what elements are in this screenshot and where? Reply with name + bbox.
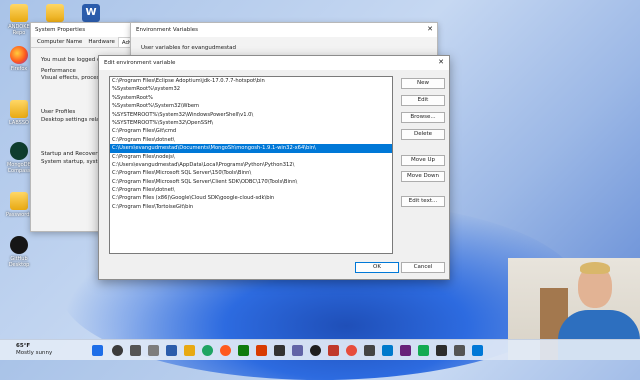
browse-button[interactable]: Browse... — [401, 112, 445, 123]
desktop-icon-word[interactable]: W — [76, 4, 106, 24]
file-explorer-icon[interactable] — [184, 345, 195, 356]
app-icon[interactable] — [238, 345, 249, 356]
search-icon[interactable] — [112, 345, 123, 356]
app-icon-2[interactable] — [310, 345, 321, 356]
vscode-icon[interactable] — [382, 345, 393, 356]
desktop-icon-folder[interactable] — [40, 4, 70, 24]
firefox-taskbar-icon[interactable] — [220, 345, 231, 356]
path-entry-row[interactable]: C:\Program Files\Microsoft SQL Server\15… — [110, 169, 392, 177]
path-entry-row[interactable]: %SystemRoot%\system32 — [110, 85, 392, 93]
path-entry-row[interactable]: C:\Program Files (x86)\Google\Cloud SDK\… — [110, 194, 392, 202]
path-entry-row[interactable]: %SystemRoot%\System32\Wbem — [110, 102, 392, 110]
window-title: Environment Variables — [131, 23, 437, 37]
new-button[interactable]: New — [401, 78, 445, 89]
close-icon[interactable]: ✕ — [427, 25, 433, 33]
path-entry-row[interactable]: C:\Program Files\dotnet\ — [110, 136, 392, 144]
app-icon-4[interactable] — [346, 345, 357, 356]
edit-environment-variable-dialog: Edit environment variable ✕ C:\Program F… — [98, 55, 450, 280]
app-icon-6[interactable] — [436, 345, 447, 356]
user-variables-label: User variables for evangudmestad — [141, 45, 236, 51]
powerpoint-icon[interactable] — [256, 345, 267, 356]
path-entries-list[interactable]: C:\Program Files\Eclipse Adoptium\jdk-17… — [109, 76, 393, 254]
weather-widget[interactable]: 65°F Mostly sunny — [16, 343, 52, 357]
visual-studio-icon[interactable] — [400, 345, 411, 356]
github-icon — [10, 236, 28, 254]
firefox-icon — [10, 46, 28, 64]
folder-icon — [10, 100, 28, 118]
path-entry-row[interactable]: C:\Users\evangudmestad\Documents\MongoSh… — [110, 144, 392, 153]
desktop-icon-github[interactable]: GitHub Desktop — [4, 236, 34, 268]
path-entry-row[interactable]: %SYSTEMROOT%\System32\OpenSSH\ — [110, 119, 392, 127]
path-entry-row[interactable]: C:\Program Files\Microsoft SQL Server\Cl… — [110, 178, 392, 186]
close-icon[interactable]: ✕ — [438, 58, 444, 66]
taskbar: 65°F Mostly sunny — [0, 339, 640, 360]
teams-icon[interactable] — [292, 345, 303, 356]
presenter-hair — [580, 262, 610, 274]
start-icon[interactable] — [92, 345, 103, 356]
mongodb-leaf-icon — [10, 142, 28, 160]
path-entry-row[interactable]: C:\Program Files\Git\cmd — [110, 127, 392, 135]
path-entry-row[interactable]: C:\Program Files\TortoiseGit\bin — [110, 203, 392, 211]
app-icon-8[interactable] — [472, 345, 483, 356]
tab-hardware[interactable]: Hardware — [85, 37, 118, 47]
path-entry-row[interactable]: %SYSTEMROOT%\System32\WindowsPowerShell\… — [110, 111, 392, 119]
mongodb-taskbar-icon[interactable] — [418, 345, 429, 356]
chrome-icon[interactable] — [202, 345, 213, 356]
app-icon-5[interactable] — [364, 345, 375, 356]
move-up-button[interactable]: Move Up — [401, 155, 445, 166]
edit-button[interactable]: Edit — [401, 95, 445, 106]
cancel-button[interactable]: Cancel — [401, 262, 445, 273]
word-taskbar-icon[interactable] — [166, 345, 177, 356]
task-view-icon[interactable] — [130, 345, 141, 356]
tab-strip: Computer Name Hardware Advance — [31, 37, 150, 48]
move-down-button[interactable]: Move Down — [401, 171, 445, 182]
path-entry-row[interactable]: %SystemRoot% — [110, 94, 392, 102]
weather-condition: Mostly sunny — [16, 350, 53, 356]
widgets-icon[interactable] — [148, 345, 159, 356]
folder-icon — [46, 4, 64, 22]
edit-text-button[interactable]: Edit text... — [401, 196, 445, 207]
desktop-icon-label: GitHub Desktop — [8, 256, 30, 268]
word-icon: W — [82, 4, 100, 22]
window-title: System Properties — [31, 23, 139, 37]
terminal-icon[interactable] — [274, 345, 285, 356]
folder-icon — [10, 4, 28, 22]
delete-button[interactable]: Delete — [401, 129, 445, 140]
temperature: 65°F — [16, 343, 31, 349]
app-icon-3[interactable] — [328, 345, 339, 356]
path-entry-row[interactable]: C:\Program Files\Eclipse Adoptium\jdk-17… — [110, 77, 392, 85]
path-entry-row[interactable]: C:\Program Files\dotnet\ — [110, 186, 392, 194]
path-entry-row[interactable]: C:\Program Files\nodejs\ — [110, 153, 392, 161]
app-icon-7[interactable] — [454, 345, 465, 356]
ok-button[interactable]: OK — [355, 262, 399, 273]
tab-computer-name[interactable]: Computer Name — [34, 37, 85, 47]
dialog-title: Edit environment variable — [99, 56, 449, 70]
passwords-icon — [10, 192, 28, 210]
path-entry-row[interactable]: C:\Users\evangudmestad\AppData\Local\Pro… — [110, 161, 392, 169]
